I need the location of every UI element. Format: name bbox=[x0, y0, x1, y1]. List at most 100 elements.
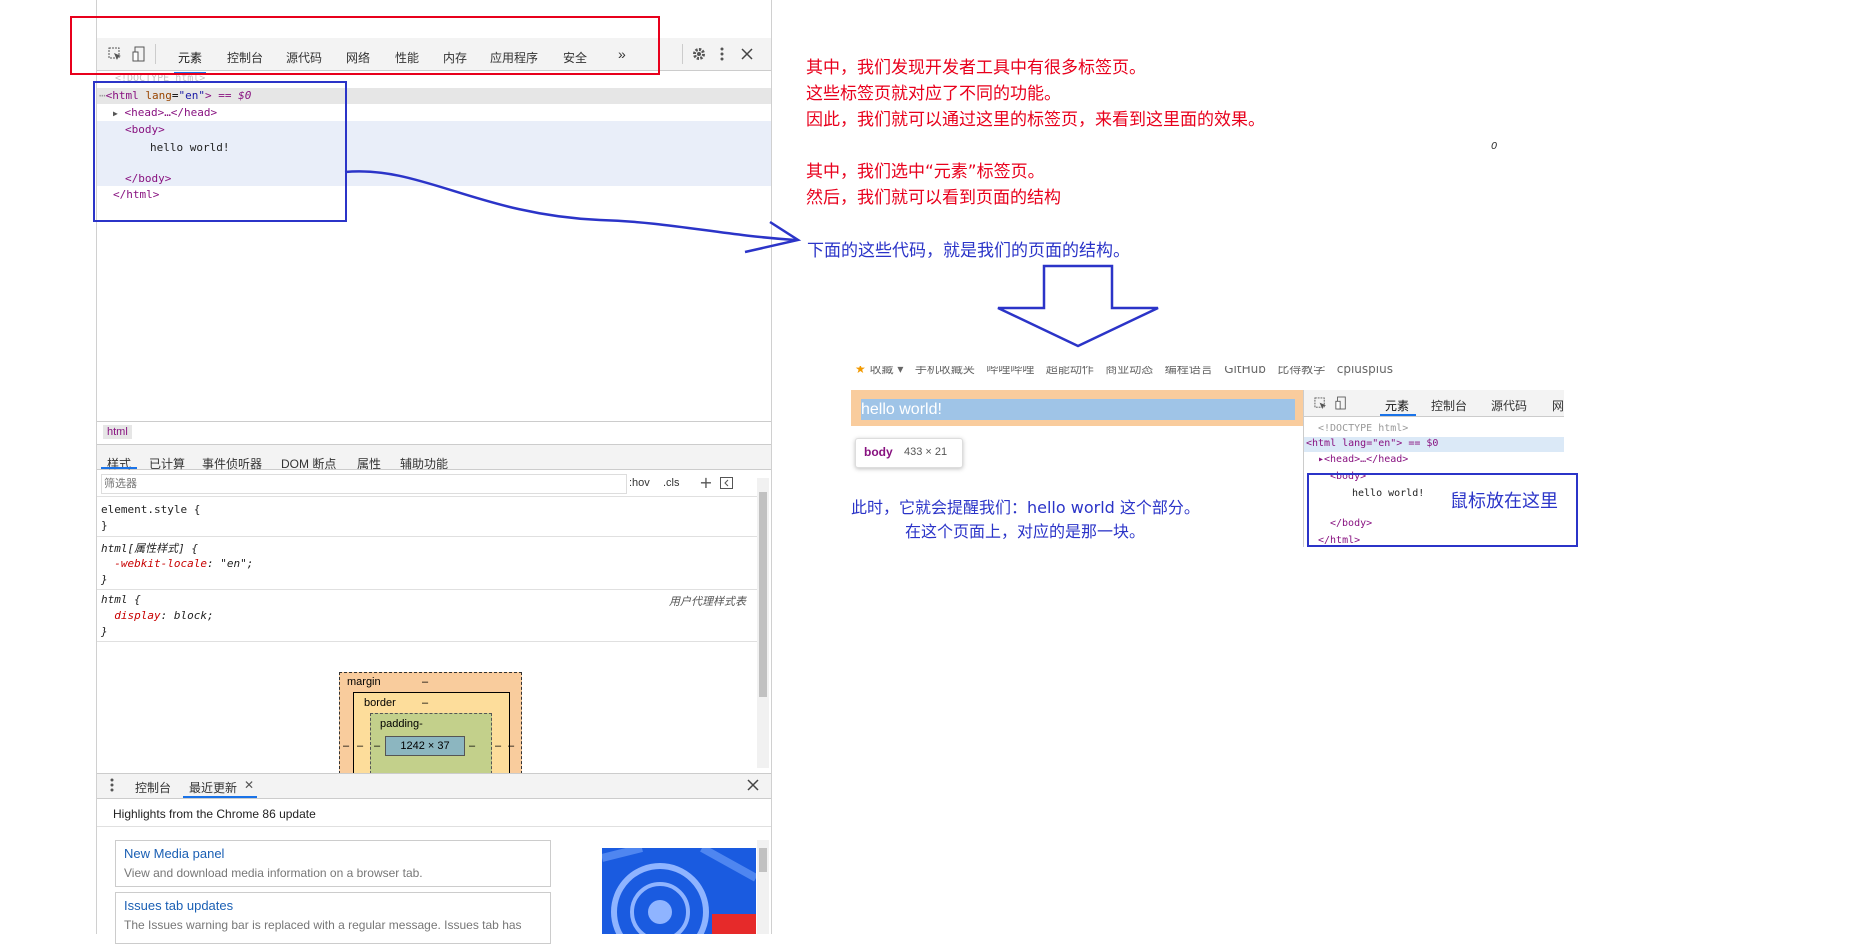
note-hover-line-2: 在这个页面上，对应的是那一块。 bbox=[905, 522, 1146, 541]
news-card-media-desc: View and download media information on a… bbox=[124, 866, 423, 880]
close-icon[interactable] bbox=[739, 46, 755, 62]
box-model-left-dash: – bbox=[343, 740, 350, 752]
close-tab-icon[interactable]: ✕ bbox=[244, 778, 254, 792]
news-card-issues-title[interactable]: Issues tab updates bbox=[124, 898, 233, 913]
tab-styles[interactable]: 样式 bbox=[107, 455, 131, 472]
bookmark-5[interactable]: 商业动态 bbox=[1105, 366, 1153, 376]
breadcrumb-html[interactable]: html bbox=[103, 425, 132, 439]
inset-bookmarks-bar: ★ 收藏 ▾ 手机收藏夹 哔哩哔哩 超能动作 商业动态 编程语言 GitHub … bbox=[851, 366, 1563, 382]
webkit-locale-prop: -webkit-locale bbox=[114, 557, 207, 570]
rule-display-block[interactable]: display: block; bbox=[101, 609, 214, 622]
divider bbox=[97, 536, 757, 537]
toggle-sidebar-icon[interactable] bbox=[719, 476, 733, 490]
inset-tab-sources[interactable]: 源代码 bbox=[1491, 397, 1527, 414]
bookmark-star-icon: ★ bbox=[855, 366, 866, 376]
news-card-issues-desc: The Issues warning bar is replaced with … bbox=[124, 918, 522, 932]
box-model-border-value: – bbox=[422, 697, 429, 709]
bookmark-2[interactable]: 手机收藏夹 bbox=[915, 366, 975, 376]
divider bbox=[97, 589, 757, 590]
inset-tab-console[interactable]: 控制台 bbox=[1431, 397, 1467, 414]
drawer-highlights-title: Highlights from the Chrome 86 update bbox=[113, 807, 316, 821]
tab-event-listeners[interactable]: 事件侦听器 bbox=[202, 455, 262, 472]
box-model-right-dash-2: – bbox=[495, 740, 502, 752]
hov-toggle[interactable]: :hov bbox=[629, 477, 650, 489]
blue-highlight-box bbox=[93, 81, 347, 222]
settings-gear-icon[interactable] bbox=[691, 46, 707, 62]
styles-scrollbar-thumb[interactable] bbox=[759, 492, 767, 697]
note-page-structure: 下面的这些代码，就是我们的页面的结构。 bbox=[807, 241, 1130, 261]
inset-tooltip-tag: body bbox=[864, 445, 893, 459]
bookmark-4[interactable]: 超能动作 bbox=[1046, 366, 1094, 376]
box-model-border-label: border bbox=[364, 697, 396, 709]
note-tabs-line-1: 其中，我们发现开发者工具中有很多标签页。 bbox=[806, 58, 1146, 78]
display-prop: display bbox=[114, 609, 161, 622]
box-model-right-dash-3: – bbox=[508, 740, 515, 752]
more-options-icon[interactable] bbox=[717, 46, 727, 62]
note-hover-line-1: 此时，它就会提醒我们：hello world 这个部分。 bbox=[851, 498, 1200, 517]
stray-mark: 0 bbox=[1491, 141, 1498, 152]
display-val: block; bbox=[173, 609, 214, 622]
tab-computed[interactable]: 已计算 bbox=[149, 455, 185, 472]
divider bbox=[97, 641, 757, 642]
styles-tab-underline bbox=[101, 467, 137, 469]
bookmark-1[interactable]: 收藏 bbox=[870, 366, 894, 376]
inset-tab-elements[interactable]: 元素 bbox=[1385, 397, 1409, 414]
bookmark-7[interactable]: GitHub bbox=[1224, 366, 1266, 376]
note-tabs-line-2: 这些标签页就对应了不同的功能。 bbox=[806, 84, 1061, 104]
box-model-left-dash-3: – bbox=[374, 740, 381, 752]
red-highlight-box bbox=[70, 16, 660, 75]
bookmark-3[interactable]: 哔哩哔哩 bbox=[986, 366, 1034, 376]
hand-drawn-arrow bbox=[344, 170, 802, 254]
inset-tab-network[interactable]: 网 bbox=[1552, 397, 1564, 414]
drawer-menu-icon[interactable] bbox=[109, 778, 115, 792]
rule-html-selector[interactable]: html { bbox=[101, 593, 141, 606]
tab-properties[interactable]: 属性 bbox=[357, 455, 381, 472]
rule-element-style[interactable]: element.style { bbox=[101, 503, 200, 516]
inset-doctype: <!DOCTYPE html> bbox=[1318, 423, 1409, 434]
webkit-locale-val: "en"; bbox=[220, 557, 254, 570]
box-model-margin-label: margin bbox=[347, 676, 381, 688]
drawer-scrollbar-thumb[interactable] bbox=[759, 848, 767, 872]
tab-accessibility[interactable]: 辅助功能 bbox=[400, 455, 448, 472]
box-model-padding-label: padding- bbox=[380, 718, 423, 730]
rule-close-2: } bbox=[101, 573, 108, 586]
inset-tooltip-size: 433 × 21 bbox=[904, 446, 948, 458]
rule-webkit-locale[interactable]: -webkit-locale: "en"; bbox=[101, 557, 253, 570]
box-model-margin-value: – bbox=[422, 676, 429, 688]
big-down-arrow-icon bbox=[997, 264, 1159, 348]
divider bbox=[97, 496, 757, 497]
rule-html-attr-selector[interactable]: html[属性样式] { bbox=[101, 540, 198, 556]
styles-filter-input[interactable] bbox=[101, 474, 627, 494]
drawer-tab-underline bbox=[183, 796, 257, 798]
note-tabs-line-3: 因此，我们就可以通过这里的标签页，来看到这里面的效果。 bbox=[806, 110, 1265, 130]
rule-close-1: } bbox=[101, 519, 108, 532]
bookmark-8[interactable]: 比得教学 bbox=[1277, 366, 1325, 376]
drawer-close-icon[interactable] bbox=[747, 779, 759, 791]
new-style-rule-icon[interactable]: + bbox=[699, 473, 713, 492]
box-model-right-dash: – bbox=[469, 740, 476, 752]
bookmark-6[interactable]: 编程语言 bbox=[1165, 366, 1213, 376]
rule-close-3: } bbox=[101, 625, 108, 638]
box-model-content[interactable]: 1242 × 37 bbox=[385, 736, 465, 756]
inset-html-line[interactable]: <html lang="en"> == $0 bbox=[1306, 438, 1438, 449]
inset-head-line[interactable]: ▸<head>…</head> bbox=[1318, 454, 1408, 465]
note-elements-line-2: 然后，我们就可以看到页面的结构 bbox=[806, 188, 1061, 208]
cls-toggle[interactable]: .cls bbox=[663, 477, 680, 489]
drawer-tab-whats-new[interactable]: 最近更新 bbox=[189, 779, 237, 796]
user-agent-stylesheet-label: 用户代理样式表 bbox=[669, 596, 746, 608]
bookmark-9[interactable]: cplusplus bbox=[1337, 366, 1393, 376]
drawer-tab-console[interactable]: 控制台 bbox=[135, 779, 171, 796]
inset-device-icon[interactable] bbox=[1334, 396, 1348, 410]
toolbar-divider-right bbox=[682, 44, 683, 64]
note-elements-line-1: 其中，我们选中“元素”标签页。 bbox=[806, 162, 1045, 182]
inset-tab-underline bbox=[1380, 414, 1416, 416]
divider bbox=[97, 826, 771, 827]
inset-bookmarks-text: ★ 收藏 ▾ 手机收藏夹 哔哩哔哩 超能动作 商业动态 编程语言 GitHub … bbox=[855, 366, 1393, 377]
note-mouse-here: 鼠标放在这里 bbox=[1450, 491, 1558, 512]
chrome-update-promo-image bbox=[602, 848, 756, 934]
news-card-media-title[interactable]: New Media panel bbox=[124, 846, 224, 861]
breadcrumb-bar bbox=[97, 421, 771, 444]
inset-page-hello-world[interactable]: hello world! bbox=[861, 399, 1295, 420]
inset-inspect-icon[interactable] bbox=[1313, 396, 1327, 410]
tab-dom-breakpoints[interactable]: DOM 断点 bbox=[281, 455, 336, 472]
